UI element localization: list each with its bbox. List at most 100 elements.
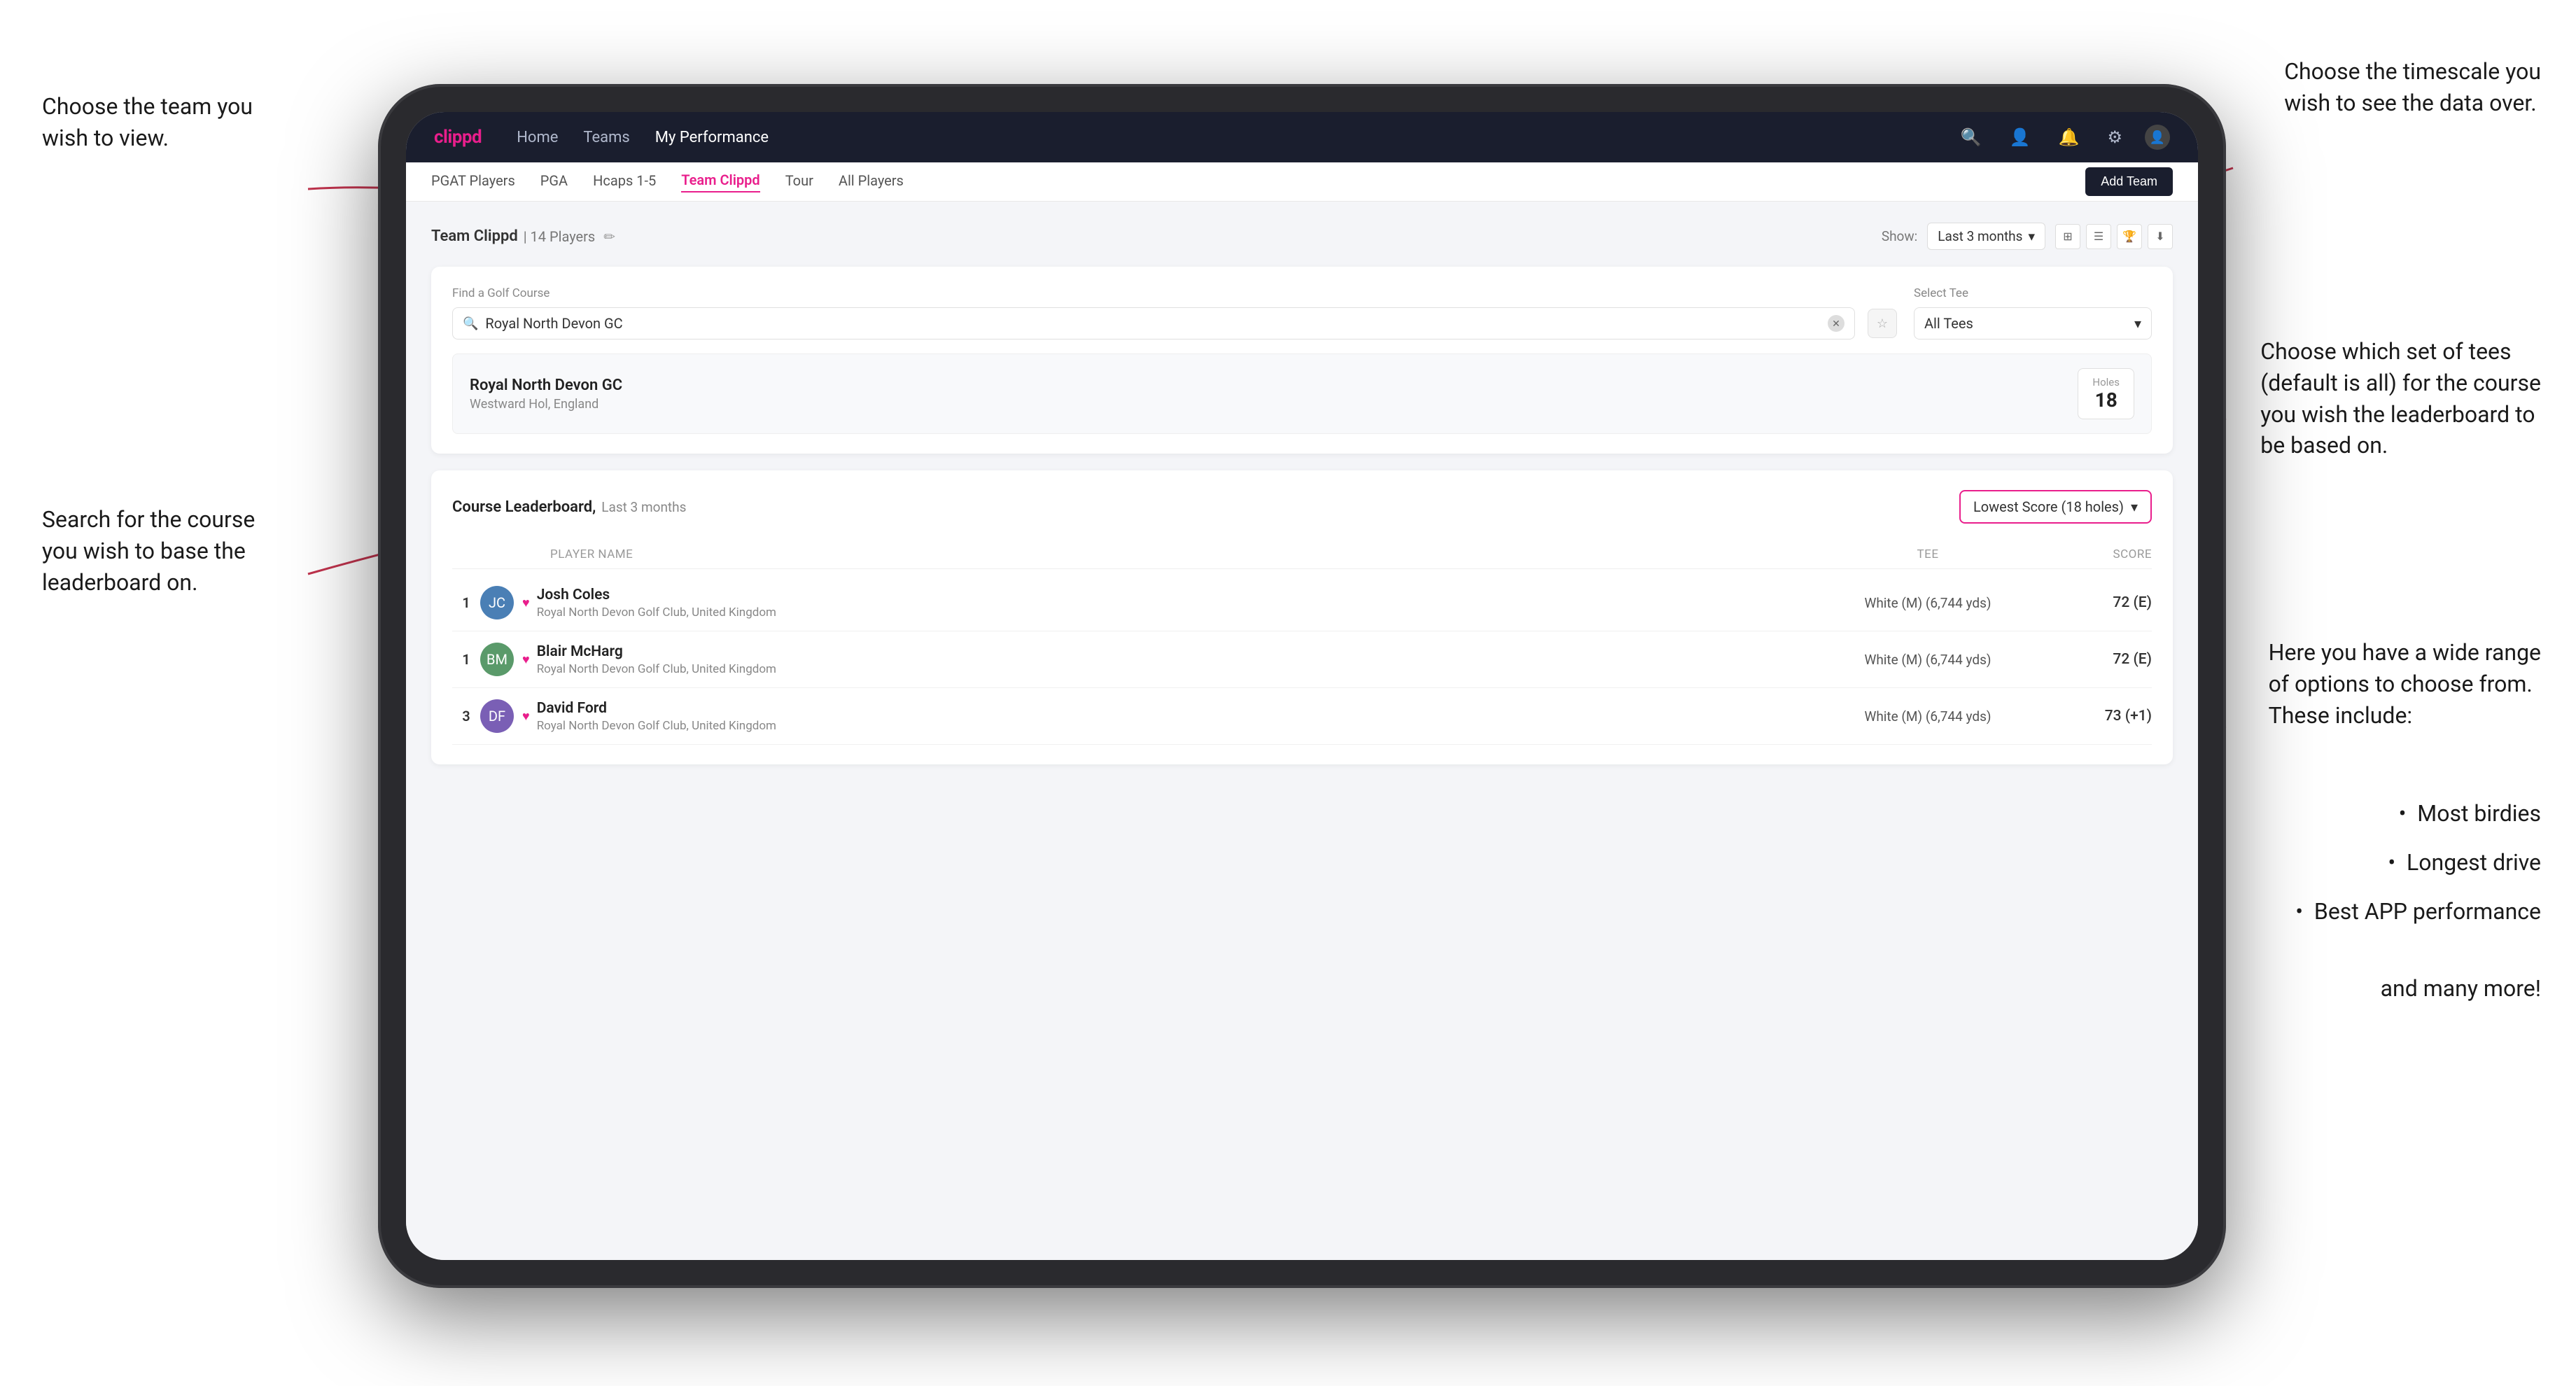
annotation-top-right: Choose the timescale you wish to see the… [2284,56,2541,119]
search-input[interactable]: Royal North Devon GC [485,315,1821,332]
player-tee: White (M) (6,744 yds) [1816,595,2040,611]
table-row: 3 DF ♥ David Ford Royal North Devon Golf… [452,688,2152,745]
player-rank: 1 [452,594,480,611]
secondary-nav: PGAT Players PGA Hcaps 1-5 Team Clippd T… [406,162,2198,202]
annotation-bottom-right: Here you have a wide range of options to… [2269,637,2541,731]
nav-pgat[interactable]: PGAT Players [431,172,515,192]
chevron-down-icon: ▾ [2134,315,2141,332]
heart-icon[interactable]: ♥ [522,709,530,724]
avatar: BM [480,643,514,676]
list-view-button[interactable]: ☰ [2086,224,2111,249]
nav-bar: clippd Home Teams My Performance 🔍 👤 🔔 ⚙… [406,112,2198,162]
main-content: Team Clippd | 14 Players ✏ Show: Last 3 … [406,202,2198,1260]
show-label: Show: [1882,228,1917,244]
settings-button[interactable]: ⚙ [2101,122,2128,153]
nav-all-players[interactable]: All Players [839,172,904,192]
favorite-button[interactable]: ☆ [1868,309,1897,338]
player-name: Josh Coles [537,587,1816,603]
find-course-label: Find a Golf Course [452,286,1897,300]
search-button[interactable]: 🔍 [1955,122,1987,153]
nav-team-clippd[interactable]: Team Clippd [681,172,760,192]
leaderboard-header: Course Leaderboard, Last 3 months Lowest… [452,490,2152,524]
player-rank: 1 [452,651,480,668]
player-score: 72 (E) [2040,651,2152,668]
search-section: Find a Golf Course 🔍 Royal North Devon G… [431,267,2173,454]
nav-link-myperformance[interactable]: My Performance [655,129,769,146]
search-input-wrapper: 🔍 Royal North Devon GC ✕ [452,307,1855,340]
team-header: Team Clippd | 14 Players ✏ Show: Last 3 … [431,223,2173,250]
download-button[interactable]: ⬇ [2148,224,2173,249]
player-score: 73 (+1) [2040,708,2152,724]
team-title: Team Clippd [431,227,518,245]
avatar: DF [480,699,514,733]
player-club: Royal North Devon Golf Club, United King… [537,719,1816,733]
annotation-bottom-left: Search for the course you wish to base t… [42,504,255,598]
show-dropdown[interactable]: Last 3 months ▾ [1927,223,2045,250]
search-row: Find a Golf Course 🔍 Royal North Devon G… [452,286,2152,340]
leaderboard-table: PLAYER NAME TEE SCORE 1 JC ♥ Josh Coles … [452,540,2152,745]
col-player-header: PLAYER NAME [508,547,1816,561]
people-button[interactable]: 👤 [2004,122,2036,153]
annotation-bullet3: • Best APP performance [2295,896,2541,927]
nav-links: Home Teams My Performance [517,129,1955,146]
nav-tour[interactable]: Tour [785,172,813,192]
player-rank: 3 [452,708,480,724]
heart-icon[interactable]: ♥ [522,596,530,610]
score-type-dropdown[interactable]: Lowest Score (18 holes) ▾ [1959,490,2152,524]
edit-icon[interactable]: ✏ [603,228,615,245]
trophy-icon[interactable]: 🏆 [2117,224,2142,249]
holes-label: Holes [2092,376,2120,388]
course-result: Royal North Devon GC Westward Hol, Engla… [452,354,2152,434]
annotation-top-left: Choose the team you wish to view. [42,91,253,154]
tablet-shell: clippd Home Teams My Performance 🔍 👤 🔔 ⚙… [378,84,2226,1288]
course-location: Westward Hol, England [470,397,622,412]
annotation-bullet2: • Longest drive [2388,847,2541,878]
leaderboard-subtitle: Last 3 months [601,499,686,515]
player-name: David Ford [537,700,1816,717]
player-info: Blair McHarg Royal North Devon Golf Club… [537,643,1816,676]
nav-link-teams[interactable]: Teams [583,129,629,146]
nav-hcaps[interactable]: Hcaps 1-5 [593,172,656,192]
heart-icon[interactable]: ♥ [522,652,530,667]
chevron-down-icon: ▾ [2131,498,2138,515]
avatar: JC [480,586,514,620]
table-row: 1 JC ♥ Josh Coles Royal North Devon Golf… [452,575,2152,631]
tablet-screen: clippd Home Teams My Performance 🔍 👤 🔔 ⚙… [406,112,2198,1260]
table-row: 1 BM ♥ Blair McHarg Royal North Devon Go… [452,631,2152,688]
chevron-down-icon: ▾ [2028,228,2035,244]
annotation-and-more: and many more! [2381,973,2541,1004]
bell-button[interactable]: 🔔 [2053,122,2085,153]
player-score: 72 (E) [2040,594,2152,611]
player-name: Blair McHarg [537,643,1816,660]
player-tee: White (M) (6,744 yds) [1816,708,2040,724]
tee-select-dropdown[interactable]: All Tees ▾ [1914,307,2152,340]
nav-logo: clippd [434,127,482,148]
col-tee-header: TEE [1816,547,2040,561]
leaderboard-title: Course Leaderboard, [452,498,596,516]
annotation-mid-right: Choose which set of tees (default is all… [2260,336,2541,461]
annotation-bullet1: • Most birdies [2399,798,2541,830]
leaderboard-section: Course Leaderboard, Last 3 months Lowest… [431,470,2173,764]
col-score-header: SCORE [2040,547,2152,561]
nav-icons: 🔍 👤 🔔 ⚙ 👤 [1955,122,2170,153]
grid-view-button[interactable]: ⊞ [2055,224,2080,249]
player-club: Royal North Devon Golf Club, United King… [537,606,1816,620]
holes-number: 18 [2092,388,2120,412]
show-controls: Show: Last 3 months ▾ ⊞ ☰ 🏆 ⬇ [1882,223,2173,250]
player-club: Royal North Devon Golf Club, United King… [537,662,1816,676]
team-count: | 14 Players [524,228,596,245]
avatar[interactable]: 👤 [2145,125,2170,150]
player-info: Josh Coles Royal North Devon Golf Club, … [537,587,1816,620]
course-name: Royal North Devon GC [470,377,622,394]
view-icons: ⊞ ☰ 🏆 ⬇ [2055,224,2173,249]
search-icon: 🔍 [463,316,478,331]
select-tee-label: Select Tee [1914,286,2152,300]
nav-pga[interactable]: PGA [540,172,568,192]
nav-link-home[interactable]: Home [517,129,558,146]
holes-badge: Holes 18 [2078,368,2134,419]
course-search-group: Find a Golf Course 🔍 Royal North Devon G… [452,286,1897,340]
clear-button[interactable]: ✕ [1828,315,1844,332]
add-team-button[interactable]: Add Team [2085,167,2173,196]
player-info: David Ford Royal North Devon Golf Club, … [537,700,1816,733]
player-tee: White (M) (6,744 yds) [1816,652,2040,668]
